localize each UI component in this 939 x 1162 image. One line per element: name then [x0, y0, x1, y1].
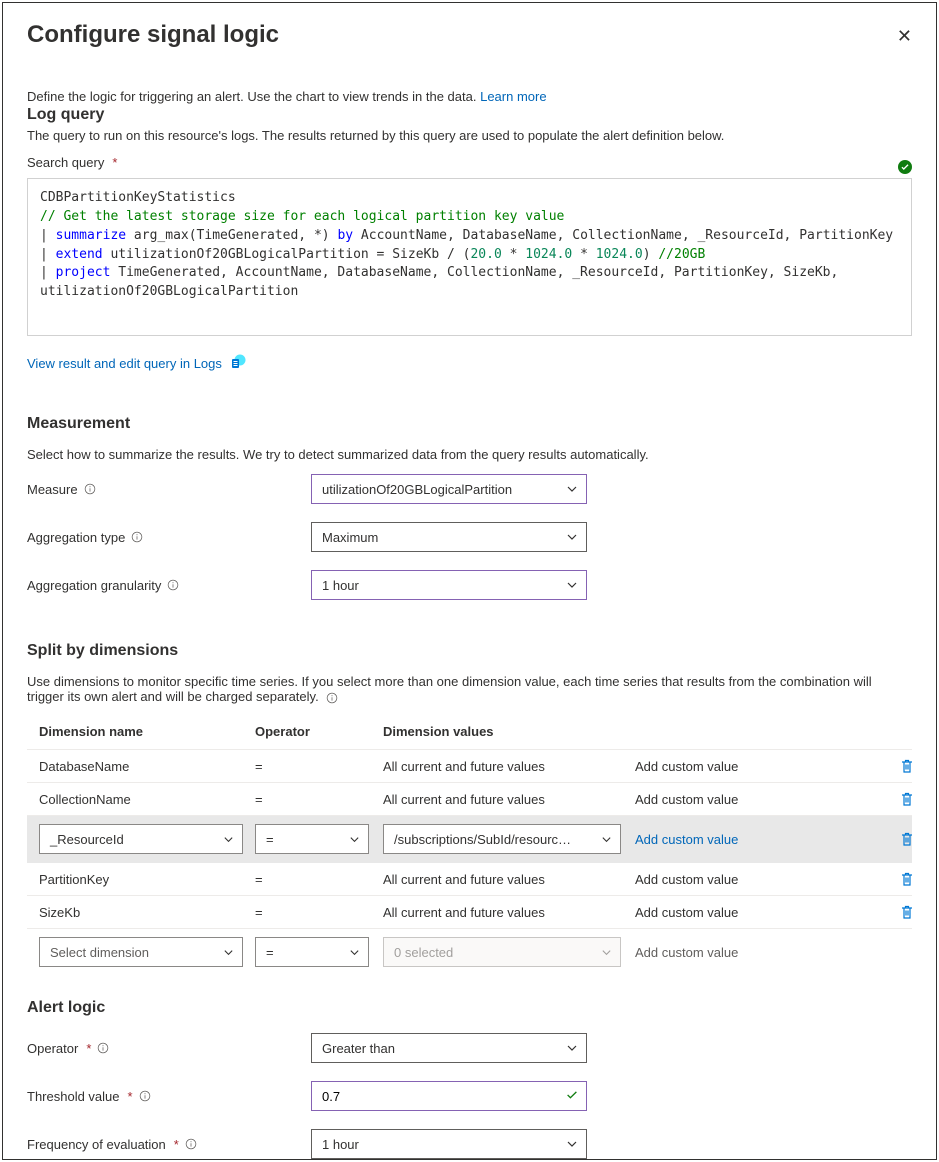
- info-icon[interactable]: [167, 579, 179, 591]
- dimension-name[interactable]: CollectionName: [39, 792, 255, 807]
- dimension-operator[interactable]: =: [255, 872, 383, 887]
- dimension-operator-select[interactable]: =: [255, 937, 369, 967]
- measurement-heading: Measurement: [27, 415, 912, 433]
- dimension-values[interactable]: All current and future values: [383, 759, 635, 774]
- chevron-down-icon: [223, 947, 234, 958]
- info-icon[interactable]: [97, 1042, 109, 1054]
- measure-select[interactable]: utilizationOf20GBLogicalPartition: [311, 474, 587, 504]
- required-asterisk: *: [128, 1089, 133, 1104]
- required-asterisk: *: [86, 1041, 91, 1056]
- measurement-desc: Select how to summarize the results. We …: [27, 447, 912, 462]
- dimension-operator-select[interactable]: =: [255, 824, 369, 854]
- validation-check-icon: [565, 1088, 579, 1105]
- dimension-values-select: 0 selected: [383, 937, 621, 967]
- delete-icon[interactable]: [889, 871, 925, 887]
- aggregation-granularity-select[interactable]: 1 hour: [311, 570, 587, 600]
- chevron-down-icon: [566, 1138, 578, 1150]
- chevron-down-icon: [223, 834, 234, 845]
- required-asterisk: *: [112, 155, 117, 170]
- dimension-values[interactable]: All current and future values: [383, 792, 635, 807]
- validation-check-icon: [898, 160, 912, 177]
- col-operator: Operator: [255, 724, 383, 739]
- operator-label: Operator: [27, 1041, 78, 1056]
- threshold-label: Threshold value: [27, 1089, 120, 1104]
- split-dimensions-desc: Use dimensions to monitor specific time …: [27, 674, 872, 704]
- add-custom-value-disabled: Add custom value: [635, 945, 889, 960]
- dimension-row: _ResourceId = /subscriptions/SubId/resou…: [27, 816, 912, 863]
- frequency-label: Frequency of evaluation: [27, 1137, 166, 1152]
- logs-icon: [230, 354, 246, 373]
- log-query-heading: Log query: [27, 106, 912, 124]
- dimension-row: CollectionName = All current and future …: [27, 783, 912, 816]
- chevron-down-icon: [349, 947, 360, 958]
- alert-logic-heading: Alert logic: [27, 999, 912, 1017]
- search-query-editor[interactable]: CDBPartitionKeyStatistics // Get the lat…: [27, 178, 912, 336]
- panel-title: Configure signal logic: [27, 21, 279, 49]
- add-custom-value-link[interactable]: Add custom value: [635, 759, 889, 774]
- split-dimensions-heading: Split by dimensions: [27, 642, 912, 660]
- dimension-name-select[interactable]: Select dimension: [39, 937, 243, 967]
- measure-label: Measure: [27, 482, 78, 497]
- aggregation-type-label: Aggregation type: [27, 530, 125, 545]
- dimension-name-select[interactable]: _ResourceId: [39, 824, 243, 854]
- dimension-row: DatabaseName = All current and future va…: [27, 750, 912, 783]
- delete-icon[interactable]: [889, 831, 925, 847]
- delete-icon[interactable]: [889, 791, 925, 807]
- info-icon[interactable]: [326, 692, 338, 704]
- dimension-values[interactable]: All current and future values: [383, 905, 635, 920]
- frequency-select[interactable]: 1 hour: [311, 1129, 587, 1159]
- dimension-operator[interactable]: =: [255, 759, 383, 774]
- chevron-down-icon: [566, 579, 578, 591]
- delete-icon[interactable]: [889, 904, 925, 920]
- chevron-down-icon: [566, 483, 578, 495]
- view-in-logs-link[interactable]: View result and edit query in Logs: [27, 356, 222, 371]
- dimension-row: SizeKb = All current and future values A…: [27, 896, 912, 929]
- threshold-input[interactable]: [311, 1081, 587, 1111]
- dimension-row-empty: Select dimension = 0 selected Add custom…: [27, 929, 912, 975]
- dimensions-header-row: Dimension name Operator Dimension values: [27, 716, 912, 750]
- aggregation-granularity-label: Aggregation granularity: [27, 578, 161, 593]
- dimension-values-select[interactable]: /subscriptions/SubId/resourc…: [383, 824, 621, 854]
- add-custom-value-link[interactable]: Add custom value: [635, 792, 889, 807]
- chevron-down-icon: [566, 1042, 578, 1054]
- info-icon[interactable]: [185, 1138, 197, 1150]
- learn-more-link[interactable]: Learn more: [480, 89, 546, 104]
- add-custom-value-link[interactable]: Add custom value: [635, 905, 889, 920]
- close-icon[interactable]: ✕: [897, 21, 912, 45]
- dimension-row: PartitionKey = All current and future va…: [27, 863, 912, 896]
- dimension-operator[interactable]: =: [255, 792, 383, 807]
- aggregation-type-select[interactable]: Maximum: [311, 522, 587, 552]
- col-dimension-name: Dimension name: [39, 724, 255, 739]
- chevron-down-icon: [349, 834, 360, 845]
- dimension-operator[interactable]: =: [255, 905, 383, 920]
- chevron-down-icon: [601, 947, 612, 958]
- chevron-down-icon: [601, 834, 612, 845]
- operator-select[interactable]: Greater than: [311, 1033, 587, 1063]
- intro-text: Define the logic for triggering an alert…: [27, 89, 476, 104]
- col-dimension-values: Dimension values: [383, 724, 635, 739]
- search-query-label: Search query: [27, 155, 104, 170]
- add-custom-value-link[interactable]: Add custom value: [635, 872, 889, 887]
- info-icon[interactable]: [131, 531, 143, 543]
- add-custom-value-link[interactable]: Add custom value: [635, 832, 889, 847]
- log-query-desc: The query to run on this resource's logs…: [27, 128, 912, 143]
- dimension-values[interactable]: All current and future values: [383, 872, 635, 887]
- chevron-down-icon: [566, 531, 578, 543]
- delete-icon[interactable]: [889, 758, 925, 774]
- dimension-name[interactable]: SizeKb: [39, 905, 255, 920]
- dimension-name[interactable]: PartitionKey: [39, 872, 255, 887]
- required-asterisk: *: [174, 1137, 179, 1152]
- dimension-name[interactable]: DatabaseName: [39, 759, 255, 774]
- info-icon[interactable]: [84, 483, 96, 495]
- info-icon[interactable]: [139, 1090, 151, 1102]
